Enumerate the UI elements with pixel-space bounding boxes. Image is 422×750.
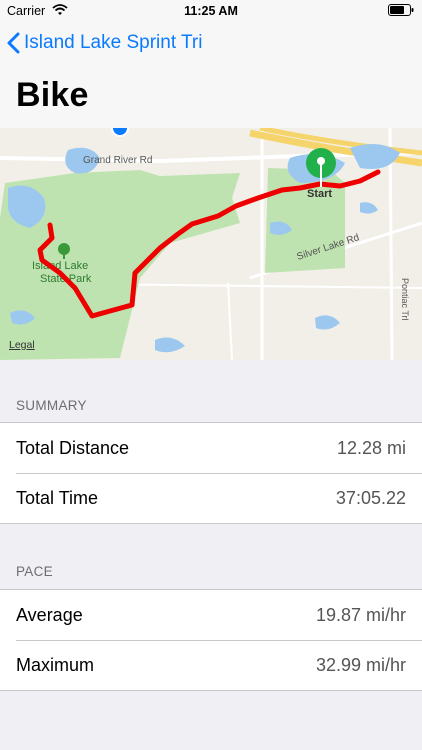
navigation-bar: Island Lake Sprint Tri Bike (0, 22, 422, 128)
summary-row-distance: Total Distance 12.28 mi (0, 423, 422, 473)
row-value: 19.87 mi/hr (315, 605, 406, 625)
legal-link[interactable]: Legal (9, 339, 35, 351)
clock: 11:25 AM (184, 4, 238, 18)
back-button-label: Island Lake Sprint Tri (24, 32, 203, 53)
chevron-left-icon (7, 32, 20, 54)
row-label: Average (16, 605, 83, 625)
page-title: Bike (16, 76, 89, 114)
back-button[interactable]: Island Lake Sprint Tri (7, 32, 202, 54)
row-value: 12.28 mi (336, 438, 406, 458)
map-label-grand-river: Grand River Rd (83, 155, 152, 166)
row-label: Maximum (16, 655, 95, 675)
pace-header: PACE (16, 564, 53, 579)
status-bar: Carrier 11:25 AM (0, 0, 422, 22)
row-label: Total Time (16, 488, 99, 508)
route-map[interactable]: Grand River Rd Silver Lake Rd Pontiac Tr… (0, 128, 422, 360)
summary-header: SUMMARY (16, 398, 87, 413)
pace-row-maximum: Maximum 32.99 mi/hr (0, 640, 422, 690)
pace-row-average: Average 19.87 mi/hr (0, 590, 422, 640)
row-value: 32.99 mi/hr (315, 655, 406, 675)
row-label: Total Distance (16, 438, 130, 458)
map-label-pontiac: Pontiac Trl (400, 278, 410, 321)
summary-group: Total Distance 12.28 mi Total Time 37:05… (0, 422, 422, 524)
pace-group: Average 19.87 mi/hr Maximum 32.99 mi/hr (0, 589, 422, 691)
summary-row-time: Total Time 37:05.22 (0, 473, 422, 523)
battery-icon (388, 4, 414, 19)
map-label-start: Start (307, 188, 332, 200)
row-value: 37:05.22 (335, 488, 406, 508)
